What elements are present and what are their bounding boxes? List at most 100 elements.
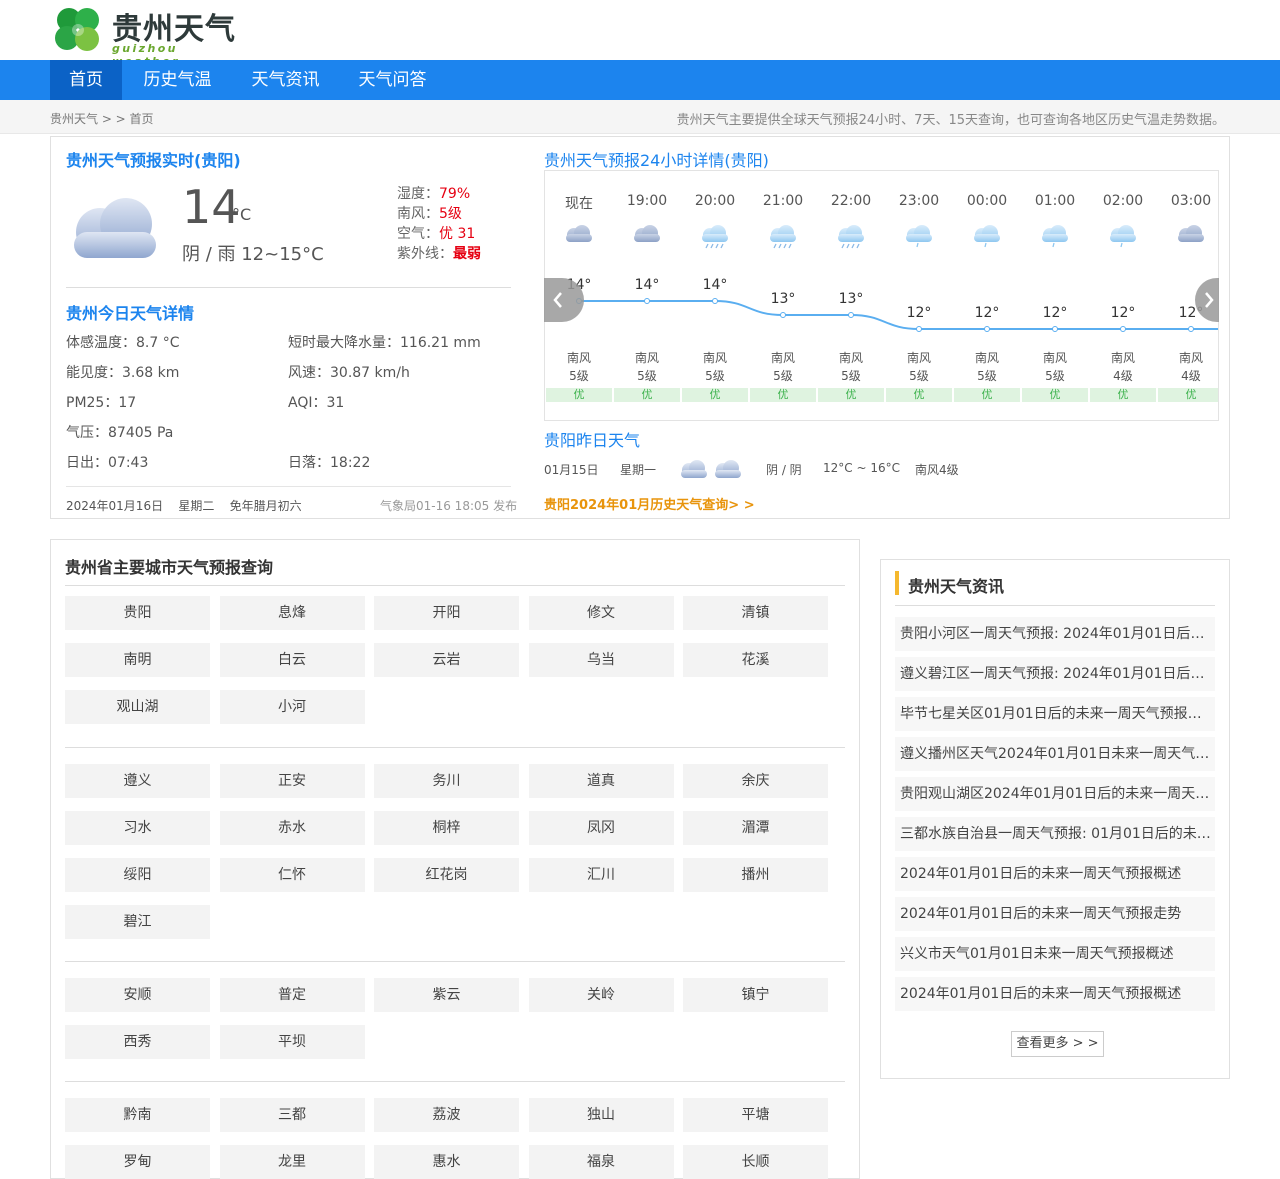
city-link[interactable]: 观山湖: [65, 690, 210, 724]
city-link[interactable]: 小河: [219, 690, 365, 724]
realtime-stats: 湿度：79% 南风：5级 空气：优 31 紫外线：最弱: [397, 184, 481, 264]
news-item[interactable]: 贵阳小河区一周天气预报: 2024年01月01日后的未来一周天气预报概述: [895, 617, 1215, 651]
news-item[interactable]: 2024年01月01日后的未来一周天气预报概述: [895, 977, 1215, 1011]
city-link[interactable]: 凤冈: [528, 811, 674, 845]
news-item[interactable]: 贵阳观山湖区2024年01月01日后的未来一周天气预报: [895, 777, 1215, 811]
city-link[interactable]: 汇川: [528, 858, 674, 892]
cloud-icon: [563, 223, 595, 255]
city-link[interactable]: 白云: [219, 643, 365, 677]
news-item[interactable]: 兴义市天气01月01日未来一周天气预报概述: [895, 937, 1215, 971]
nav-history-temp[interactable]: 历史气温: [130, 60, 225, 100]
hour-wind-dir: 南风: [702, 351, 727, 365]
news-item[interactable]: 遵义碧江区一周天气预报: 2024年01月01日后的未来一周天气预报: [895, 657, 1215, 691]
city-link[interactable]: 修文: [528, 596, 674, 630]
city-link[interactable]: 习水: [65, 811, 210, 845]
site-logo[interactable]: 贵州天气 guizhou weather: [50, 4, 250, 68]
city-link[interactable]: 三都: [219, 1098, 365, 1132]
hour-column: 22:00 13° 南风 5级优: [817, 171, 885, 420]
city-link[interactable]: 荔波: [374, 1098, 519, 1132]
today-weekday: 星期二: [178, 499, 215, 513]
news-more-button[interactable]: 查看更多 > >: [1011, 1031, 1104, 1057]
city-link[interactable]: 惠水: [374, 1145, 519, 1179]
hour-temp: 13°: [838, 291, 864, 307]
city-link[interactable]: 道真: [528, 764, 674, 798]
publish-info: 气象局01-16 18:05 发布: [380, 499, 518, 513]
city-link[interactable]: 息烽: [219, 596, 365, 630]
today-date: 2024年01月16日: [66, 499, 164, 513]
yesterday-title: 贵阳昨日天气: [544, 431, 641, 450]
city-link[interactable]: 云岩: [374, 643, 519, 677]
hour-wind: 南风 4级: [1089, 349, 1157, 385]
city-link[interactable]: 湄潭: [683, 811, 828, 845]
hour-air-quality: 优: [546, 388, 612, 402]
city-link[interactable]: 南明: [65, 643, 210, 677]
news-item[interactable]: 遵义播州区天气2024年01月01日未来一周天气预报概述: [895, 737, 1215, 771]
today-lunar: 免年腊月初六: [229, 499, 302, 513]
city-link[interactable]: 普定: [219, 978, 365, 1012]
city-link[interactable]: 紫云: [374, 978, 519, 1012]
divider: [65, 961, 845, 962]
city-link[interactable]: 西秀: [65, 1025, 210, 1059]
city-link[interactable]: 安顺: [65, 978, 210, 1012]
hourly-next-button[interactable]: [1195, 278, 1219, 322]
rain-icon: [835, 223, 867, 255]
city-link[interactable]: 平坝: [219, 1025, 365, 1059]
hour-wind: 南风 5级: [749, 349, 817, 385]
city-link[interactable]: 罗甸: [65, 1145, 210, 1179]
hour-wind-dir: 南风: [770, 351, 795, 365]
city-link[interactable]: 福泉: [528, 1145, 674, 1179]
hour-time: 02:00: [1102, 193, 1144, 209]
city-link[interactable]: 贵阳: [65, 596, 210, 630]
hourly-title: 贵州天气预报24小时详情(贵阳): [544, 151, 769, 170]
wind-label: 南风：: [397, 206, 439, 222]
city-link[interactable]: 清镇: [683, 596, 828, 630]
news-item[interactable]: 2024年01月01日后的未来一周天气预报概述: [895, 857, 1215, 891]
news-item[interactable]: 毕节七星关区01月01日后的未来一周天气预报概述: [895, 697, 1215, 731]
breadcrumb[interactable]: 贵州天气 > > 首页: [50, 110, 154, 127]
nav-home[interactable]: 首页: [50, 60, 122, 100]
city-link[interactable]: 播州: [683, 858, 828, 892]
hour-time: 22:00: [830, 193, 872, 209]
city-link[interactable]: 花溪: [683, 643, 828, 677]
yesterday-date: 01月15日: [544, 463, 599, 477]
today-date-line: 2024年01月16日 星期二 免年腊月初六: [66, 497, 302, 514]
divider: [895, 605, 1215, 606]
city-link[interactable]: 碧江: [65, 905, 210, 939]
hour-wind-level: 5级: [637, 369, 657, 383]
hour-wind: 南风 4级: [1157, 349, 1218, 385]
city-link[interactable]: 红花岗: [374, 858, 519, 892]
city-link[interactable]: 独山: [528, 1098, 674, 1132]
hour-wind-dir: 南风: [838, 351, 863, 365]
city-link[interactable]: 仁怀: [219, 858, 365, 892]
city-link[interactable]: 遵义: [65, 764, 210, 798]
city-link[interactable]: 镇宁: [683, 978, 828, 1012]
city-link[interactable]: 余庆: [683, 764, 828, 798]
news-item[interactable]: 2024年01月01日后的未来一周天气预报走势: [895, 897, 1215, 931]
city-link[interactable]: 平塘: [683, 1098, 828, 1132]
city-link[interactable]: 黔南: [65, 1098, 210, 1132]
city-link[interactable]: 乌当: [528, 643, 674, 677]
city-link[interactable]: 务川: [374, 764, 519, 798]
drizzle-icon: [971, 223, 1003, 255]
city-link[interactable]: 龙里: [219, 1145, 365, 1179]
feels-like: 体感温度：8.7 °C: [66, 335, 180, 351]
rain-icon: [767, 223, 799, 255]
news-item[interactable]: 三都水族自治县一周天气预报: 01月01日后的未来一周天气预报: [895, 817, 1215, 851]
hour-time: 19:00: [626, 193, 668, 209]
wind-speed: 风速：30.87 km/h: [288, 365, 410, 381]
city-link[interactable]: 正安: [219, 764, 365, 798]
hour-time: 01:00: [1034, 193, 1076, 209]
city-link[interactable]: 绥阳: [65, 858, 210, 892]
hour-column: 21:00 13° 南风 5级优: [749, 171, 817, 420]
nav-weather-news[interactable]: 天气资讯: [238, 60, 333, 100]
city-link[interactable]: 开阳: [374, 596, 519, 630]
city-link[interactable]: 关岭: [528, 978, 674, 1012]
city-link[interactable]: 长顺: [683, 1145, 828, 1179]
nav-weather-qa[interactable]: 天气问答: [345, 60, 440, 100]
history-link[interactable]: 贵阳2024年01月历史天气查询> >: [544, 494, 755, 513]
hour-air-quality: 优: [1022, 388, 1088, 402]
city-link[interactable]: 赤水: [219, 811, 365, 845]
city-link[interactable]: 桐梓: [374, 811, 519, 845]
today-title: 贵州今日天气详情: [66, 304, 195, 323]
hour-column: 01:00 12° 南风 5级优: [1021, 171, 1089, 420]
